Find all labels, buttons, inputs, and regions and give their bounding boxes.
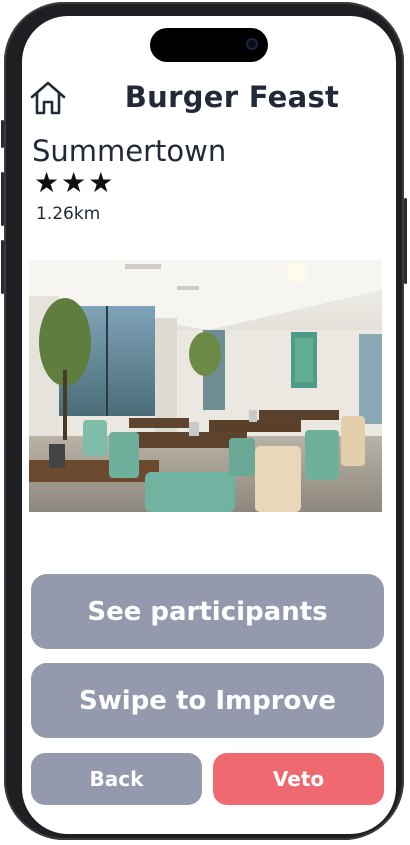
star-rating: ★★★ bbox=[34, 166, 116, 199]
see-participants-button[interactable]: See participants bbox=[31, 574, 384, 649]
page-title: Burger Feast bbox=[124, 80, 340, 114]
restaurant-photo bbox=[29, 260, 382, 512]
home-icon bbox=[30, 81, 66, 115]
side-button-volume-down bbox=[1, 240, 4, 294]
phone-frame: Burger Feast Summertown ★★★ 1.26km See p… bbox=[1, 2, 407, 840]
camera-icon bbox=[246, 38, 258, 50]
restaurant-interior-image bbox=[29, 260, 382, 512]
home-button[interactable] bbox=[28, 78, 68, 118]
restaurant-location: Summertown bbox=[32, 134, 227, 168]
dynamic-island bbox=[150, 28, 268, 62]
distance-label: 1.26km bbox=[36, 204, 101, 224]
veto-button[interactable]: Veto bbox=[213, 753, 384, 805]
side-button-mute bbox=[1, 120, 4, 148]
side-button-power bbox=[404, 198, 407, 284]
screen: Burger Feast Summertown ★★★ 1.26km See p… bbox=[22, 16, 396, 834]
swipe-to-improve-button[interactable]: Swipe to Improve bbox=[31, 663, 384, 738]
side-button-volume-up bbox=[1, 172, 4, 226]
back-button[interactable]: Back bbox=[31, 753, 202, 805]
